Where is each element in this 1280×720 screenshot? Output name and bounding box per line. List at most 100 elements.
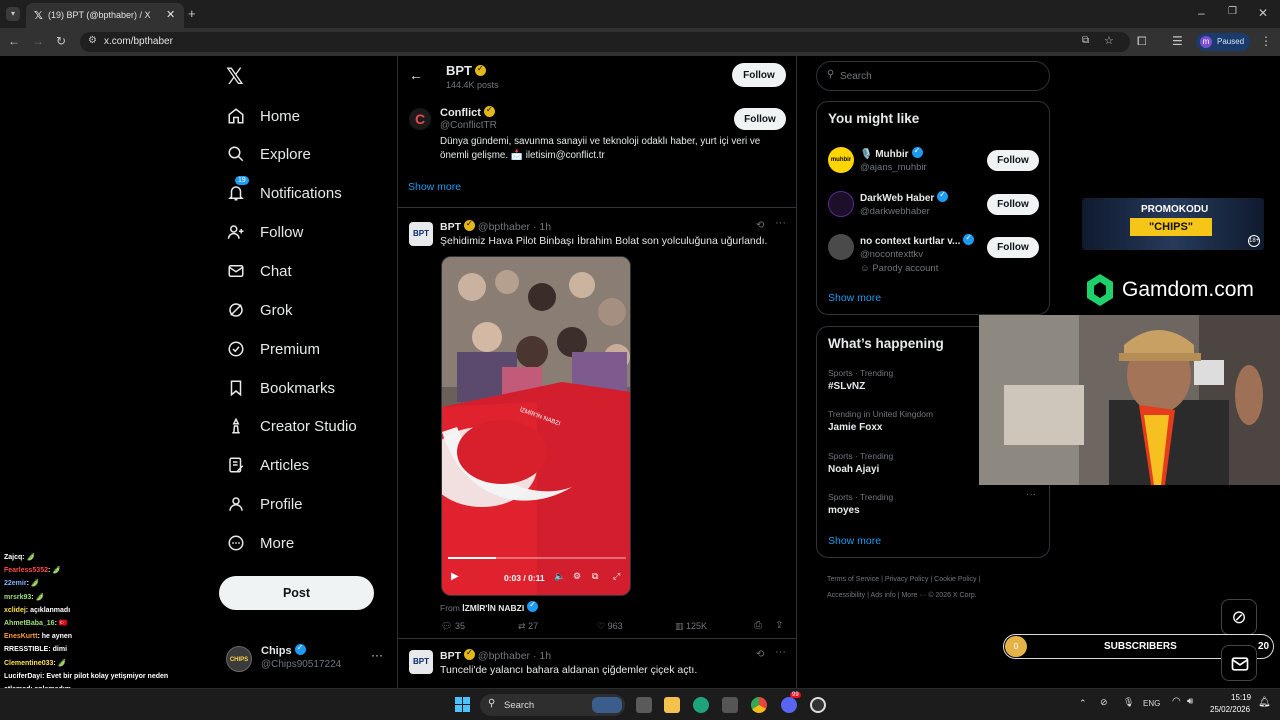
chat-username[interactable]: LuciferDayi <box>4 673 42 680</box>
discord-icon[interactable]: 99 <box>781 692 801 713</box>
search-box[interactable]: ⚲ Search <box>816 61 1050 91</box>
tweet-video[interactable]: İZMİR'İN NABZI ▶ 0:03 / 0:11 🔈 ⚙ ⧉ ⤢ <box>441 256 631 596</box>
trend-item[interactable]: Trending in United Kingdom Jamie Foxx <box>828 409 933 433</box>
chat-username[interactable]: Fearless5352 <box>4 567 48 574</box>
file-explorer-icon[interactable] <box>664 697 680 713</box>
back-icon[interactable]: ← <box>8 34 20 48</box>
footer-link[interactable]: More ··· <box>901 592 926 599</box>
extensions-icon[interactable]: ⧠ <box>1137 34 1147 49</box>
footer-link[interactable]: Ads info <box>870 592 895 599</box>
video-source-name[interactable]: İZMİR'İN NABZI <box>462 603 524 613</box>
tweet-more-icon[interactable]: ··· <box>775 646 786 658</box>
footer-link[interactable]: Privacy Policy <box>885 576 929 583</box>
browser-menu-icon[interactable]: ⋮ <box>1260 34 1272 48</box>
nav-chat[interactable]: Chat <box>226 254 292 288</box>
nav-explore[interactable]: Explore <box>226 137 311 171</box>
nav-more[interactable]: More <box>226 526 294 560</box>
browser-tab[interactable]: 𝕏 (19) BPT (@bpthaber) / X ✕ <box>26 3 184 28</box>
nav-bookmarks[interactable]: Bookmarks <box>226 371 335 405</box>
follow-button[interactable]: Follow <box>987 237 1039 258</box>
task-view-icon[interactable] <box>636 697 652 713</box>
site-info-icon[interactable]: ⚙ <box>88 35 97 46</box>
edge-icon[interactable] <box>693 697 709 713</box>
obs-icon[interactable] <box>810 697 826 713</box>
chat-username[interactable]: AhmetBaba_16 <box>4 620 55 627</box>
settings-icon[interactable]: ⚙ <box>573 571 581 582</box>
tray-chevron-icon[interactable]: ⌃ <box>1079 698 1087 709</box>
footer-link[interactable]: Cookie Policy <box>934 576 976 583</box>
account-more-icon[interactable]: ··· <box>371 648 383 662</box>
grok-explain-icon[interactable]: ⟲ <box>756 220 764 231</box>
trend-more-icon[interactable]: ··· <box>1026 489 1036 500</box>
suggest-row[interactable]: muhbir 🎙️ Muhbir @ajans_muhbir Follow <box>817 142 1051 182</box>
header-follow-button[interactable]: Follow <box>732 63 786 87</box>
volume-icon[interactable]: 🔊︎ <box>1187 696 1193 707</box>
address-bar[interactable]: ⚙ x.com/bpthaber ⧉ ☆ <box>80 32 1130 52</box>
views-button[interactable]: ▥ 125K <box>675 621 707 632</box>
chat-username[interactable]: Clementine033 <box>4 660 53 667</box>
taskbar-search[interactable]: ⚲ Search <box>480 694 625 716</box>
pip-icon[interactable]: ⧉ <box>592 571 598 582</box>
nav-grok[interactable]: Grok <box>226 293 293 327</box>
account-switcher[interactable]: CHIPS Chips @Chips90517224 ··· <box>226 643 386 674</box>
tweet[interactable]: BPT BPT @bpthaber · 1h ⟲ ··· Şehidimiz H… <box>398 209 796 639</box>
nav-home[interactable]: Home <box>226 99 300 133</box>
like-button[interactable]: ♡ 963 <box>597 621 623 632</box>
stream-grok-button[interactable]: ⊘ <box>1221 599 1257 635</box>
start-icon[interactable] <box>455 697 470 712</box>
tray-network-off-icon[interactable]: ⊘ <box>1100 697 1108 708</box>
show-more-link[interactable]: Show more <box>828 535 881 547</box>
grok-explain-icon[interactable]: ⟲ <box>756 649 764 660</box>
suggest-row[interactable]: DarkWeb Haber @darkwebhaber Follow <box>817 186 1051 226</box>
suggested-follow-button[interactable]: Follow <box>734 108 786 130</box>
nav-profile[interactable]: Profile <box>226 487 303 521</box>
chat-username[interactable]: mrsrk93 <box>4 594 31 601</box>
chrome-icon[interactable] <box>751 697 767 713</box>
language-indicator[interactable]: ENG <box>1143 699 1160 708</box>
show-more-link[interactable]: Show more <box>408 181 461 193</box>
microphone-icon[interactable]: 🎙︎ <box>1123 697 1134 708</box>
reload-icon[interactable]: ↻ <box>56 34 66 48</box>
trend-item[interactable]: Sports · Trending Noah Ajayi <box>828 451 893 475</box>
profile-paused-button[interactable]: m Paused <box>1196 33 1250 51</box>
show-more-link[interactable]: Show more <box>828 292 881 304</box>
clock-date[interactable]: 25/02/2026 <box>1210 705 1250 714</box>
install-app-icon[interactable]: ⧉ <box>1082 35 1089 46</box>
bookmark-star-icon[interactable]: ☆ <box>1104 34 1114 47</box>
window-close-icon[interactable]: ✕ <box>1258 6 1268 20</box>
nav-creator-studio[interactable]: Creator Studio <box>226 409 357 443</box>
tab-search-icon[interactable]: ▾ <box>6 7 20 21</box>
stream-messages-button[interactable] <box>1221 645 1257 681</box>
minimize-icon[interactable]: – <box>1198 6 1205 20</box>
trend-item[interactable]: Sports · Trending #SLvNZ <box>828 368 893 392</box>
play-icon[interactable]: ▶ <box>451 571 459 582</box>
fullscreen-icon[interactable]: ⤢ <box>613 571 620 582</box>
chat-username[interactable]: EnesKurtt <box>4 633 37 640</box>
chat-username[interactable]: xclidej <box>4 607 26 614</box>
chat-username[interactable]: 22emir <box>4 580 27 587</box>
chat-username[interactable]: RRESSTIBLE <box>4 646 48 653</box>
chat-username[interactable]: Zajcq <box>4 554 22 561</box>
repost-button[interactable]: ⇄ 27 <box>518 621 538 632</box>
post-button[interactable]: Post <box>219 576 374 610</box>
wifi-icon[interactable]: ◠ <box>1172 696 1181 707</box>
tab-close-icon[interactable]: ✕ <box>166 8 175 21</box>
volume-icon[interactable]: 🔈 <box>554 571 565 582</box>
trend-item[interactable]: Sports · Trending moyes <box>828 492 893 516</box>
nav-follow[interactable]: Follow <box>226 215 303 249</box>
notification-bell-icon[interactable]: 🔔︎ <box>1258 697 1271 708</box>
clock-time[interactable]: 15:19 <box>1231 693 1251 702</box>
tweet-more-icon[interactable]: ··· <box>775 217 786 229</box>
share-icon[interactable]: ⇪ <box>775 620 783 631</box>
follow-button[interactable]: Follow <box>987 194 1039 215</box>
store-icon[interactable] <box>722 697 738 713</box>
bookmark-tweet-icon[interactable]: ⎙ <box>754 620 762 631</box>
suggest-row[interactable]: no context kurtlar v... @nocontexttkv ☺ … <box>817 229 1051 279</box>
maximize-icon[interactable]: ❐ <box>1228 6 1237 17</box>
nav-premium[interactable]: Premium <box>226 332 320 366</box>
forward-icon[interactable]: → <box>32 34 44 48</box>
back-arrow-icon[interactable]: ← <box>409 67 423 83</box>
video-progress-track[interactable] <box>448 557 626 559</box>
nav-notifications[interactable]: 19 Notifications <box>226 176 342 210</box>
follow-button[interactable]: Follow <box>987 150 1039 171</box>
